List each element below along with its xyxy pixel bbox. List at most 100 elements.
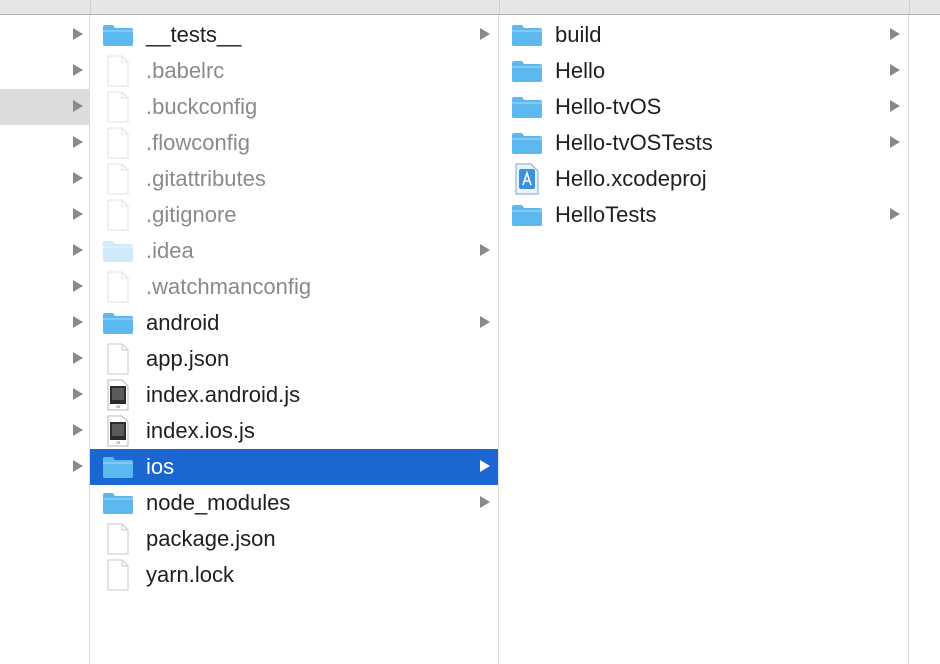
- svg-text:JS: JS: [116, 440, 121, 445]
- list-item[interactable]: build: [499, 17, 908, 53]
- item-name: .babelrc: [146, 58, 225, 83]
- list-item[interactable]: JS index.ios.js: [90, 413, 498, 449]
- item-name: .gitattributes: [146, 166, 266, 191]
- document-icon: [102, 55, 134, 87]
- list-item[interactable]: .buckconfig: [90, 89, 498, 125]
- item-name: HelloTests: [555, 202, 657, 227]
- list-item[interactable]: [0, 233, 89, 269]
- empty-column[interactable]: [909, 15, 940, 664]
- disclosure-arrow-icon: [480, 28, 490, 40]
- folder-icon: [102, 23, 134, 47]
- disclosure-arrow-icon: [73, 28, 83, 40]
- folder-icon: [511, 203, 543, 227]
- item-name: .buckconfig: [146, 94, 258, 119]
- disclosure-arrow-icon: [480, 316, 490, 328]
- list-item[interactable]: JS index.android.js: [90, 377, 498, 413]
- item-name: ios: [146, 454, 175, 479]
- disclosure-arrow-icon: [890, 64, 900, 76]
- list-item[interactable]: [0, 341, 89, 377]
- list-item[interactable]: .babelrc: [90, 53, 498, 89]
- disclosure-arrow-icon: [73, 280, 83, 292]
- list-item[interactable]: [0, 305, 89, 341]
- list-item[interactable]: ios: [90, 449, 498, 485]
- project-column[interactable]: __tests__ .babelrc .buckconfig .flowconfig.…: [90, 15, 499, 664]
- list-item[interactable]: [0, 269, 89, 305]
- disclosure-arrow-icon: [890, 208, 900, 220]
- list-item[interactable]: .idea: [90, 233, 498, 269]
- parent-column[interactable]: [0, 15, 90, 664]
- list-item[interactable]: package.json: [90, 521, 498, 557]
- disclosure-arrow-icon: [73, 424, 83, 436]
- list-item[interactable]: HelloTests: [499, 197, 908, 233]
- disclosure-arrow-icon: [73, 460, 83, 472]
- list-item[interactable]: android: [90, 305, 498, 341]
- list-item[interactable]: [0, 161, 89, 197]
- list-item[interactable]: [0, 413, 89, 449]
- list-item[interactable]: [0, 449, 89, 485]
- js-file-icon: JS: [102, 415, 134, 447]
- list-item[interactable]: [0, 53, 89, 89]
- item-name: index.ios.js: [146, 418, 255, 443]
- disclosure-arrow-icon: [890, 28, 900, 40]
- column-header-bar: [0, 0, 940, 15]
- list-item[interactable]: Hello: [499, 53, 908, 89]
- document-icon: [102, 523, 134, 555]
- disclosure-arrow-icon: [73, 208, 83, 220]
- item-name: yarn.lock: [146, 562, 235, 587]
- disclosure-arrow-icon: [480, 496, 490, 508]
- column-divider: [90, 0, 91, 14]
- document-icon: [102, 343, 134, 375]
- disclosure-arrow-icon: [73, 316, 83, 328]
- xcodeproj-icon: [511, 163, 543, 195]
- item-name: __tests__: [146, 22, 242, 47]
- disclosure-arrow-icon: [73, 244, 83, 256]
- disclosure-arrow-icon: [73, 352, 83, 364]
- folder-icon: [102, 455, 134, 479]
- disclosure-arrow-icon: [73, 64, 83, 76]
- list-item[interactable]: __tests__: [90, 17, 498, 53]
- list-item[interactable]: .gitattributes: [90, 161, 498, 197]
- js-file-icon: JS: [102, 379, 134, 411]
- folder-icon: [511, 59, 543, 83]
- folder-icon: [511, 131, 543, 155]
- folder-icon: [102, 491, 134, 515]
- document-icon: [102, 271, 134, 303]
- list-item[interactable]: node_modules: [90, 485, 498, 521]
- list-item[interactable]: [0, 17, 89, 53]
- folder-icon: [511, 95, 543, 119]
- ios-column[interactable]: build Hello Hello-tvOS Hello-tvOSTests Hello…: [499, 15, 909, 664]
- column-divider: [499, 0, 500, 14]
- item-name: .gitignore: [146, 202, 237, 227]
- folder-icon: [102, 239, 134, 263]
- item-name: build: [555, 22, 602, 47]
- document-icon: [102, 91, 134, 123]
- list-item[interactable]: [0, 197, 89, 233]
- list-item[interactable]: Hello-tvOSTests: [499, 125, 908, 161]
- item-name: node_modules: [146, 490, 291, 515]
- disclosure-arrow-icon: [73, 136, 83, 148]
- document-icon: [102, 163, 134, 195]
- list-item[interactable]: [0, 125, 89, 161]
- list-item[interactable]: Hello-tvOS: [499, 89, 908, 125]
- item-name: .idea: [146, 238, 194, 263]
- disclosure-arrow-icon: [73, 100, 83, 112]
- list-item[interactable]: Hello.xcodeproj: [499, 161, 908, 197]
- list-item[interactable]: .flowconfig: [90, 125, 498, 161]
- disclosure-arrow-icon: [890, 100, 900, 112]
- list-item[interactable]: yarn.lock: [90, 557, 498, 593]
- item-name: Hello.xcodeproj: [555, 166, 707, 191]
- list-item[interactable]: [0, 377, 89, 413]
- disclosure-arrow-icon: [890, 136, 900, 148]
- list-item[interactable]: [0, 89, 89, 125]
- folder-icon: [102, 311, 134, 335]
- list-item[interactable]: .watchmanconfig: [90, 269, 498, 305]
- column-divider: [909, 0, 910, 14]
- list-item[interactable]: .gitignore: [90, 197, 498, 233]
- disclosure-arrow-icon: [73, 172, 83, 184]
- svg-text:JS: JS: [116, 404, 121, 409]
- document-icon: [102, 127, 134, 159]
- disclosure-arrow-icon: [480, 460, 490, 472]
- item-name: .watchmanconfig: [146, 274, 312, 299]
- document-icon: [102, 199, 134, 231]
- list-item[interactable]: app.json: [90, 341, 498, 377]
